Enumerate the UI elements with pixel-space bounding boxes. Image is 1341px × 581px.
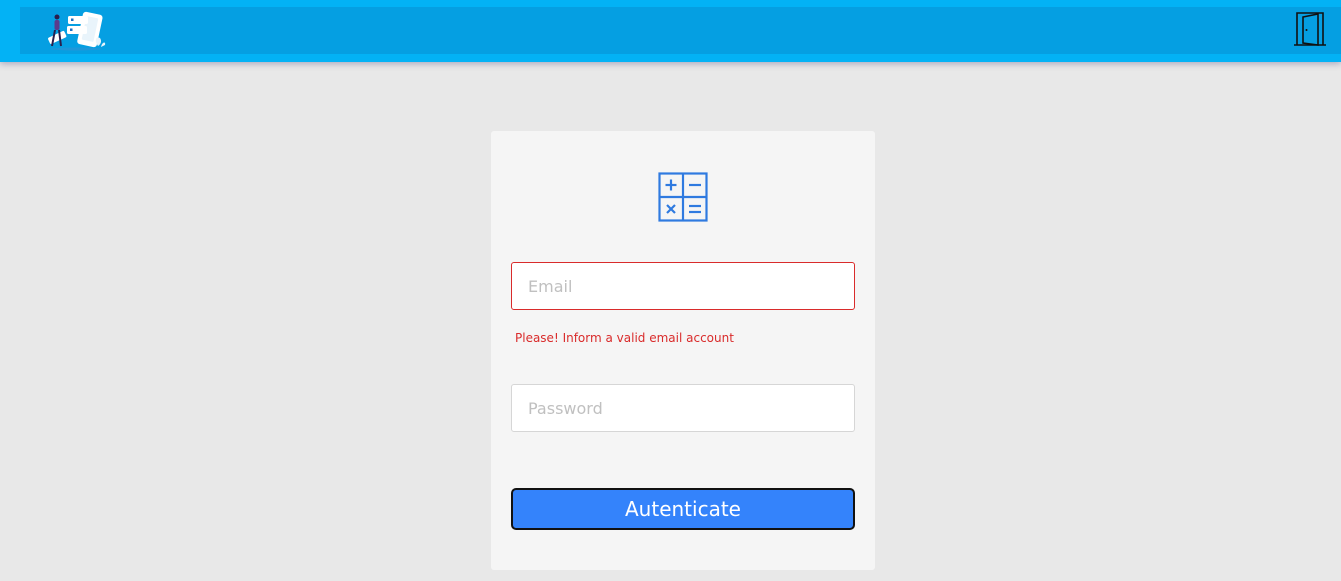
top-navigation-bar — [0, 0, 1341, 62]
password-field[interactable] — [511, 384, 855, 432]
login-card: Please! Inform a valid email account Aut… — [491, 131, 875, 570]
top-navigation-bar-inner — [20, 7, 1341, 54]
logout-button[interactable] — [1294, 11, 1326, 47]
email-field[interactable] — [511, 262, 855, 310]
app-logo-illustration-icon — [48, 11, 106, 51]
authenticate-button[interactable]: Autenticate — [511, 488, 855, 530]
door-exit-icon — [1294, 12, 1326, 46]
calculator-icon — [658, 172, 708, 222]
email-error-message: Please! Inform a valid email account — [515, 331, 734, 345]
app-logo[interactable] — [40, 10, 106, 52]
